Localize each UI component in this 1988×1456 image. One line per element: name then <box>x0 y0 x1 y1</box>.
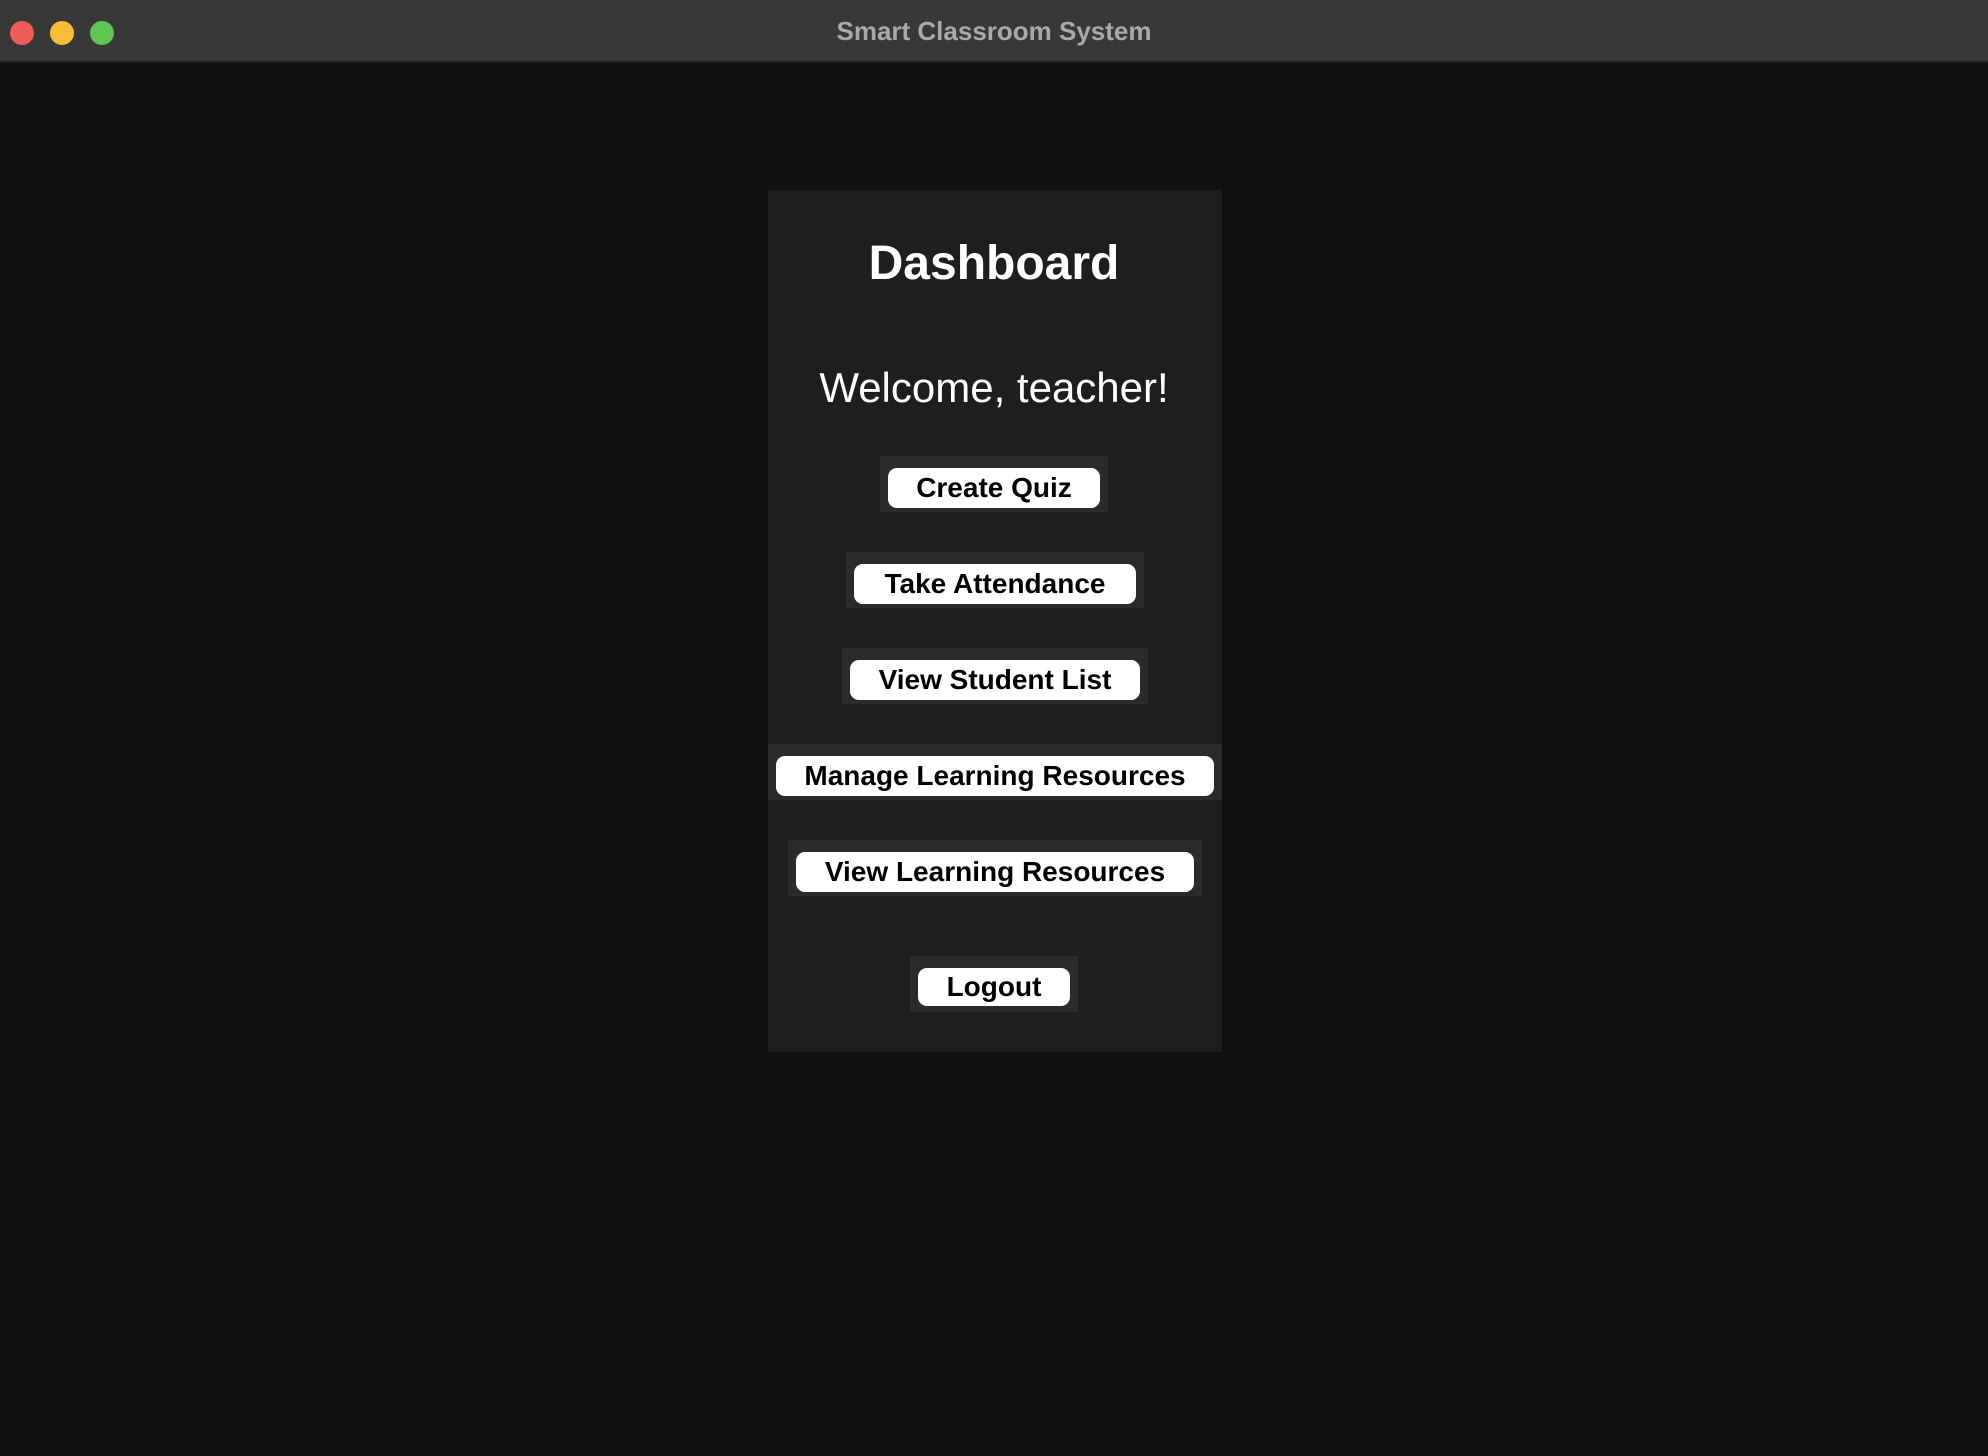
dashboard-panel <box>768 190 1222 1052</box>
page-title: Dashboard <box>868 237 1120 290</box>
create-quiz-button[interactable]: Create Quiz <box>888 468 1100 508</box>
app-window: Smart Classroom System Dashboard Welcome… <box>0 0 1988 1456</box>
view-learning-resources-button[interactable]: View Learning Resources <box>796 852 1194 892</box>
view-student-list-button-frame: View Student List <box>842 648 1148 704</box>
manage-learning-resources-button-frame: Manage Learning Resources <box>768 744 1222 800</box>
create-quiz-button-frame: Create Quiz <box>880 456 1108 512</box>
logout-button[interactable]: Logout <box>918 968 1070 1006</box>
take-attendance-button-frame: Take Attendance <box>846 552 1144 608</box>
welcome-message: Welcome, teacher! <box>819 364 1169 411</box>
take-attendance-button[interactable]: Take Attendance <box>854 564 1136 604</box>
window-title: Smart Classroom System <box>836 16 1152 46</box>
view-student-list-button[interactable]: View Student List <box>850 660 1140 700</box>
view-learning-resources-button-frame: View Learning Resources <box>788 840 1202 896</box>
manage-learning-resources-button[interactable]: Manage Learning Resources <box>776 756 1214 796</box>
title-bar: Smart Classroom System <box>0 0 1988 63</box>
logout-button-frame: Logout <box>910 956 1078 1012</box>
